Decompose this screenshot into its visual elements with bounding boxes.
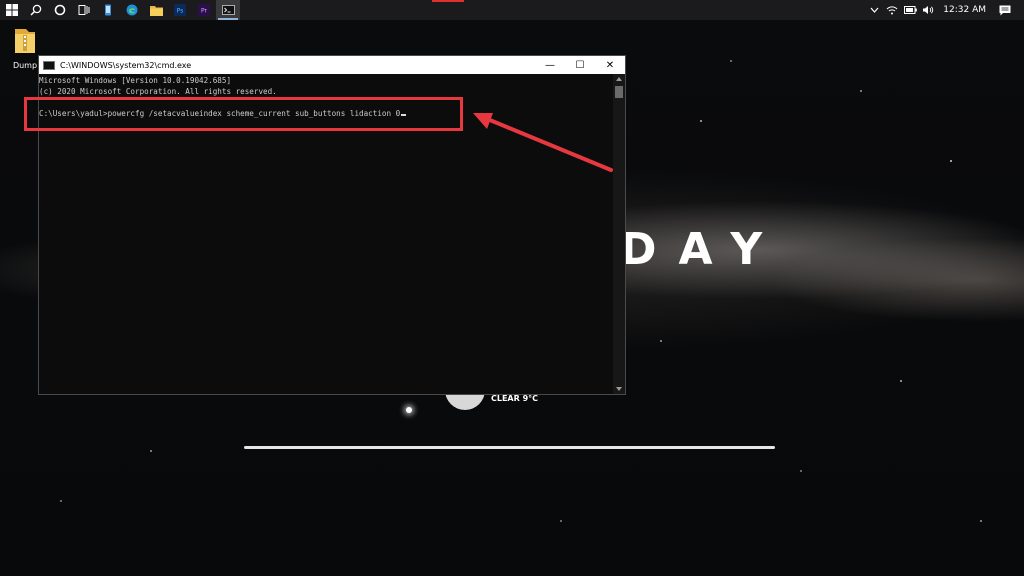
star: [660, 340, 662, 342]
cmd-window-title: C:\WINDOWS\system32\cmd.exe: [60, 60, 192, 70]
notification-icon: [999, 5, 1011, 15]
photoshop-icon: Ps: [174, 4, 186, 16]
star: [60, 500, 62, 502]
start-icon: [6, 4, 18, 16]
star: [406, 407, 412, 413]
start-button[interactable]: [0, 0, 24, 20]
star: [560, 520, 562, 522]
battery-button[interactable]: [901, 0, 919, 20]
volume-button[interactable]: [919, 0, 937, 20]
console-line: Microsoft Windows [Version 10.0.19042.68…: [39, 76, 232, 85]
scroll-thumb[interactable]: [615, 86, 623, 98]
close-button[interactable]: ✕: [595, 56, 625, 74]
phone-app-icon: [105, 4, 111, 16]
cortana-icon: [54, 4, 66, 16]
scroll-down-arrow-icon[interactable]: [616, 387, 622, 391]
action-center-button[interactable]: [996, 0, 1014, 20]
command-highlight-box: [24, 97, 463, 131]
desktop-icon-label: Dump: [12, 61, 38, 70]
weather-text: CLEAR 9°C: [491, 394, 539, 403]
edge-button[interactable]: [120, 0, 144, 20]
phone-app-button[interactable]: [96, 0, 120, 20]
premiere-icon: Pr: [198, 4, 210, 16]
star: [150, 450, 152, 452]
desktop-icon-dump[interactable]: Dump: [8, 26, 42, 70]
show-hidden-icons-button[interactable]: [865, 0, 883, 20]
edge-icon: [126, 4, 138, 16]
cmd-icon: [221, 5, 235, 15]
wallpaper-brand-text: DAY: [620, 224, 785, 275]
scroll-up-arrow-icon[interactable]: [616, 77, 622, 81]
star: [730, 60, 732, 62]
task-view-icon: [78, 5, 90, 15]
taskbar: Ps Pr 12:32 AM: [0, 0, 1024, 20]
folder-zip-icon: [15, 29, 35, 53]
photoshop-label: Ps: [177, 7, 184, 14]
premiere-button[interactable]: Pr: [192, 0, 216, 20]
maximize-button[interactable]: ☐: [565, 56, 595, 74]
battery-icon: [903, 6, 917, 14]
system-tray: 12:32 AM: [865, 0, 1024, 20]
star: [950, 160, 952, 162]
task-view-button[interactable]: [72, 0, 96, 20]
taskbar-clock[interactable]: 12:32 AM: [943, 5, 986, 15]
cmd-taskbar-button[interactable]: [216, 0, 240, 20]
console-line: (c) 2020 Microsoft Corporation. All righ…: [39, 87, 277, 96]
file-explorer-icon: [149, 5, 163, 16]
star: [980, 520, 982, 522]
search-icon: [30, 4, 42, 16]
star: [900, 380, 902, 382]
file-explorer-button[interactable]: [144, 0, 168, 20]
volume-icon: [923, 6, 934, 14]
premiere-label: Pr: [201, 7, 208, 14]
cortana-button[interactable]: [48, 0, 72, 20]
annotation-arrow-icon: [473, 113, 613, 172]
star: [700, 120, 702, 122]
wifi-button[interactable]: [883, 0, 901, 20]
cmd-title-bar[interactable]: C:\WINDOWS\system32\cmd.exe — ☐ ✕: [39, 56, 625, 74]
star: [860, 90, 862, 92]
cmd-window-icon: [43, 60, 55, 70]
photoshop-button[interactable]: Ps: [168, 0, 192, 20]
search-button[interactable]: [24, 0, 48, 20]
chevron-up-icon: [870, 7, 879, 13]
taskbar-red-marker: [432, 0, 464, 2]
wifi-icon: [886, 6, 898, 15]
minimize-button[interactable]: —: [535, 56, 565, 74]
star: [800, 470, 802, 472]
wallpaper-progress-line: [244, 446, 775, 449]
